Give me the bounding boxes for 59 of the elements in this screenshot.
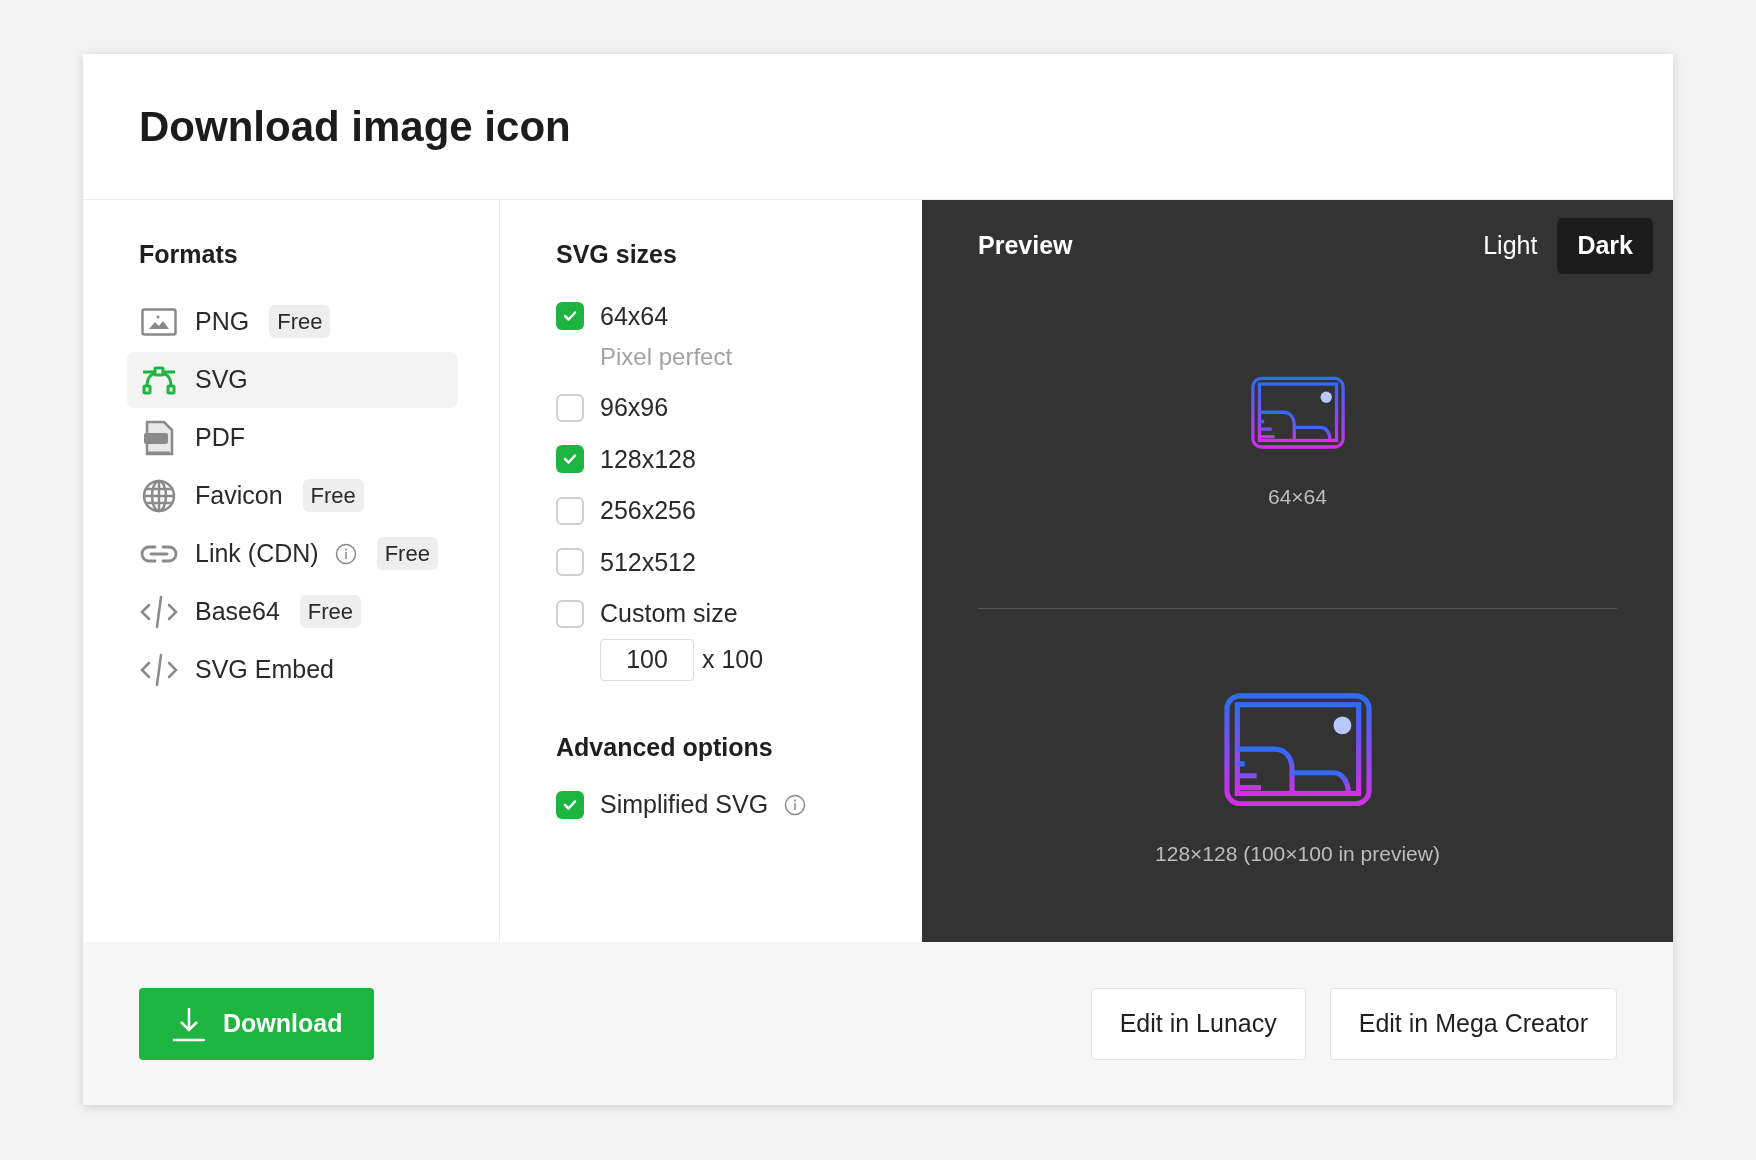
format-option[interactable]: PNG Free [127,293,458,350]
check-icon [563,453,577,466]
size-label: 128x128 [600,443,696,475]
size-label: Custom size [600,598,738,629]
info-icon[interactable] [334,542,357,565]
image-icon [141,307,177,336]
custom-width-field[interactable]: 100 [600,638,694,681]
option-label: Simplified SVG [600,789,769,820]
size-note: Pixel perfect [600,342,734,372]
format-label: PDF [195,421,245,453]
preview-heading: Preview [978,230,1073,262]
code-icon [139,652,179,687]
format-label: PNG [195,305,250,337]
preview-caption: 64×64 [1268,483,1327,510]
free-badge: Free [376,537,438,570]
format-option[interactable]: Favicon Free [127,467,458,524]
edit-button[interactable]: Edit in Lunacy [1090,987,1306,1060]
format-option[interactable]: Link (CDN) Free [127,525,458,582]
format-option[interactable]: SVG [127,351,458,408]
format-option[interactable]: SVG Embed [127,641,458,698]
info-icon[interactable] [784,793,807,816]
theme-tab[interactable]: Dark [1557,218,1653,274]
format-option[interactable]: Base64 Free [127,583,458,640]
checkbox[interactable] [556,302,584,331]
format-label: SVG Embed [195,653,334,685]
checkbox[interactable] [556,445,584,474]
link-icon [140,543,178,564]
free-badge: Free [269,305,331,338]
check-icon [563,798,577,811]
section-heading: SVG sizes [556,239,678,270]
size-label: 96x96 [600,392,669,423]
check-icon [563,310,577,323]
checkbox[interactable] [556,548,584,577]
free-badge: Free [302,479,364,512]
pdf-file-icon [142,419,176,456]
checkbox[interactable] [556,599,584,628]
checkbox[interactable] [556,496,584,525]
format-label: SVG [195,363,248,395]
format-label: Base64 [195,595,280,627]
custom-height-text: x 100 [702,643,764,675]
download-icon [171,1005,207,1042]
globe-icon [141,477,177,514]
free-badge: Free [299,595,362,628]
checkbox[interactable] [556,790,584,819]
size-label: 256x256 [600,495,696,526]
format-label: Link (CDN) [195,537,319,569]
size-label: 64x64 [600,300,669,332]
edit-button[interactable]: Edit in Mega Creator [1329,987,1617,1060]
format-option[interactable]: PDF [127,409,458,466]
dialog-title: Download image icon [139,102,571,152]
code-icon [139,594,179,629]
size-label: 512x512 [600,546,696,578]
theme-tab[interactable]: Light [1463,218,1558,274]
checkbox[interactable] [556,393,584,422]
vector-path-icon [141,364,177,395]
format-label: Favicon [195,479,283,511]
section-heading: Formats [138,239,239,270]
preview-caption: 128×128 (100×100 in preview) [1155,841,1440,868]
section-heading: Advanced options [556,731,774,763]
